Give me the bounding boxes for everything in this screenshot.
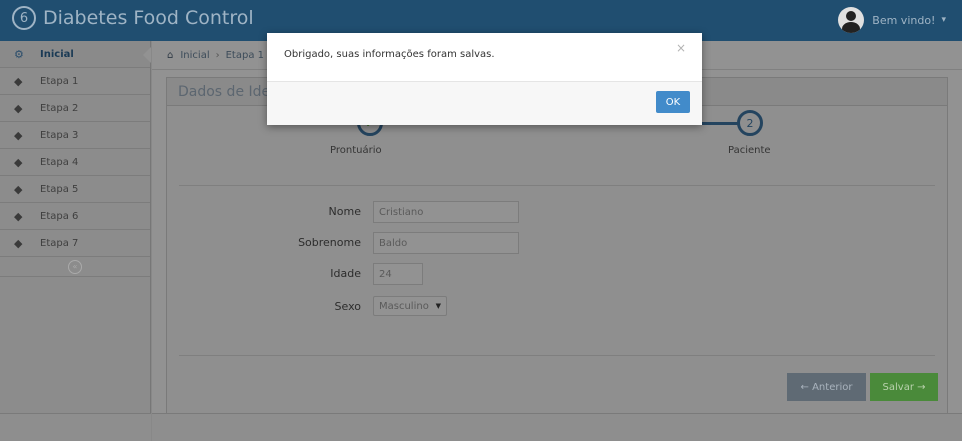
app-title: Diabetes Food Control (43, 7, 254, 29)
sidebar-item-label: Etapa 2 (40, 102, 79, 114)
nome-label: Nome (328, 205, 361, 218)
home-icon[interactable]: ⌂ (167, 50, 173, 61)
sidebar-item-etapa-4[interactable]: ◆ Etapa 4 (0, 149, 150, 176)
sidebar-item-label: Etapa 5 (40, 183, 79, 195)
divider (179, 185, 935, 186)
select-arrow-icon: ▼ (435, 302, 441, 310)
ok-button[interactable]: OK (656, 91, 690, 113)
sidebar-item-label: Etapa 7 (40, 237, 79, 249)
form-row-idade: Idade 24 (167, 263, 949, 285)
form-row-nome: Nome Cristiano (167, 201, 949, 223)
main-footer (152, 413, 962, 441)
breadcrumb-item-inicial[interactable]: Inicial (180, 50, 209, 61)
sidebar-item-etapa-3[interactable]: ◆ Etapa 3 (0, 122, 150, 149)
tags-icon: ◆ (14, 209, 23, 223)
sidebar-item-etapa-2[interactable]: ◆ Etapa 2 (0, 95, 150, 122)
sidebar-item-inicial[interactable]: ⚙ Inicial (0, 41, 151, 68)
tags-icon: ◆ (14, 101, 23, 115)
tags-icon: ◆ (14, 128, 23, 142)
tags-icon: ◆ (14, 236, 23, 250)
step-2-marker[interactable]: 2 (737, 110, 763, 136)
sidebar-item-label: Etapa 6 (40, 210, 79, 222)
sobrenome-label: Sobrenome (298, 236, 361, 249)
user-menu[interactable]: Bem vindo! ▾ (838, 7, 946, 33)
app-brand[interactable]: 6 Diabetes Food Control (12, 6, 254, 30)
divider (179, 355, 935, 356)
sexo-select[interactable]: Masculino ▼ (373, 296, 447, 316)
breadcrumb-separator: › (215, 49, 220, 61)
dashboard-icon: ⚙ (14, 47, 24, 61)
form-row-sobrenome: Sobrenome Baldo (167, 232, 949, 254)
sexo-selected-value: Masculino (379, 300, 429, 312)
sexo-label: Sexo (334, 300, 361, 313)
caret-down-icon: ▾ (941, 15, 946, 25)
modal-body: Obrigado, suas informações foram salvas.… (267, 33, 702, 82)
modal-footer: OK (267, 82, 702, 125)
tags-icon: ◆ (14, 155, 23, 169)
sidebar-item-etapa-5[interactable]: ◆ Etapa 5 (0, 176, 150, 203)
sidebar-item-etapa-7[interactable]: ◆ Etapa 7 (0, 230, 150, 257)
idade-label: Idade (330, 267, 361, 280)
form-row-sexo: Sexo Masculino ▼ (167, 296, 949, 318)
tags-icon: ◆ (14, 182, 23, 196)
save-button[interactable]: Salvar → (870, 373, 938, 401)
close-icon[interactable]: × (676, 41, 686, 55)
idade-field[interactable]: 24 (373, 263, 423, 285)
form-panel: Dados de Identificação ✔ 2 Prontuário Pa… (166, 77, 948, 415)
step-label-paciente: Paciente (728, 145, 771, 156)
modal-message: Obrigado, suas informações foram salvas. (284, 49, 495, 60)
breadcrumb-item-etapa-1: Etapa 1 (225, 49, 264, 61)
step-label-prontuario: Prontuário (330, 145, 382, 156)
sobrenome-field[interactable]: Baldo (373, 232, 519, 254)
sidebar-item-label: Inicial (40, 48, 74, 60)
collapse-sidebar-icon[interactable]: « (68, 259, 82, 274)
sidebar-item-label: Etapa 1 (40, 75, 79, 87)
previous-button[interactable]: ← Anterior (787, 373, 866, 401)
sidebar-item-label: Etapa 4 (40, 156, 79, 168)
sidebar-item-etapa-1[interactable]: ◆ Etapa 1 (0, 68, 150, 95)
tags-icon: ◆ (14, 74, 23, 88)
sidebar-footer (0, 413, 151, 441)
logo-icon: 6 (12, 6, 36, 30)
sidebar-item-etapa-6[interactable]: ◆ Etapa 6 (0, 203, 150, 230)
nome-field[interactable]: Cristiano (373, 201, 519, 223)
sidebar-item-label: Etapa 3 (40, 129, 79, 141)
user-greeting: Bem vindo! (872, 13, 936, 27)
success-modal: Obrigado, suas informações foram salvas.… (267, 33, 702, 125)
avatar-icon (838, 7, 865, 33)
sidebar-collapse-row: « (0, 257, 150, 277)
sidebar: ⚙ Inicial ◆ Etapa 1 ◆ Etapa 2 ◆ Etapa 3 … (0, 41, 151, 441)
